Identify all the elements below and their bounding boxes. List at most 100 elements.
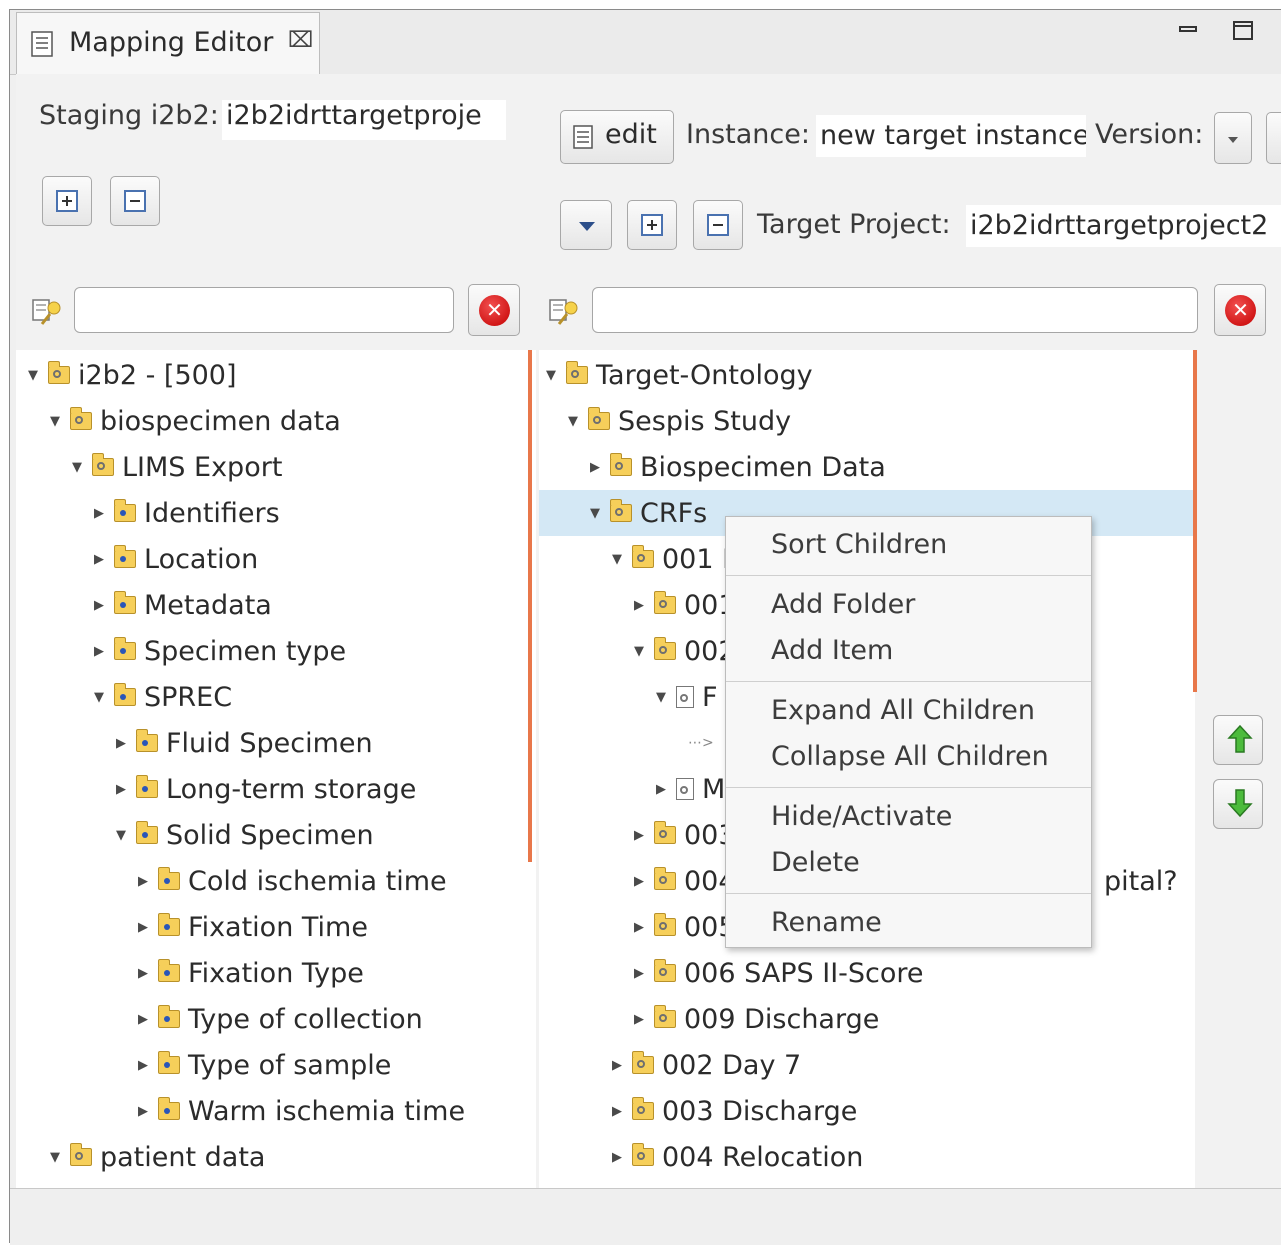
tree-node[interactable]: ▶ M (654, 766, 725, 812)
tree-node[interactable]: ▶ Specimen type (92, 628, 346, 674)
tree-node[interactable]: ▼ Target-Ontology (544, 352, 813, 398)
tree-node[interactable]: ▶ Fluid Specimen (114, 720, 373, 766)
version-extra-button[interactable] (1266, 112, 1281, 164)
tree-node[interactable]: ▶ 004 (632, 858, 736, 904)
minimize-icon[interactable] (1178, 18, 1198, 48)
staging-value: i2b2idrttargetproje (222, 100, 506, 140)
collapse-triangle-icon[interactable]: ▼ (48, 1150, 62, 1165)
tree-node[interactable]: ▶ 006 SAPS II-Score (632, 950, 924, 996)
expand-triangle-icon[interactable]: ▶ (136, 874, 150, 889)
tree-node[interactable]: ▼ Sespis Study (566, 398, 791, 444)
tree-node[interactable]: ▼ biospecimen data (48, 398, 341, 444)
expand-triangle-icon[interactable]: ▶ (632, 1012, 646, 1027)
expand-triangle-icon[interactable]: ▶ (632, 598, 646, 613)
tree-node[interactable]: ▶ Long-term storage (114, 766, 416, 812)
menu-item-sort-children[interactable]: Sort Children (771, 529, 947, 560)
expand-triangle-icon[interactable]: ▶ (136, 1012, 150, 1027)
tree-node[interactable]: ▶ 009 Discharge (632, 996, 879, 1042)
tree-node[interactable]: ▼ Solid Specimen (114, 812, 374, 858)
tree-node[interactable]: ▶ 005 (632, 904, 736, 950)
collapse-all-button[interactable] (110, 176, 160, 226)
collapse-triangle-icon[interactable]: ▼ (544, 368, 558, 383)
tree-node[interactable]: ▶ Warm ischemia time (136, 1088, 465, 1134)
clear-search-button[interactable]: ✕ (1214, 284, 1266, 336)
expand-triangle-icon[interactable]: ▶ (114, 736, 128, 751)
tree-node[interactable]: ▼ SPREC (92, 674, 232, 720)
expand-triangle-icon[interactable]: ▶ (632, 966, 646, 981)
tree-node[interactable]: ▶ Identifiers (92, 490, 280, 536)
menu-item-hide-activate[interactable]: Hide/Activate (771, 801, 952, 832)
tree-node[interactable]: ▶ Fixation Type (136, 950, 364, 996)
menu-item-expand-all-children[interactable]: Expand All Children (771, 695, 1035, 726)
menu-separator (726, 893, 1091, 894)
tab-mapping-editor[interactable]: Mapping Editor ⌧ (16, 12, 320, 74)
tree-node[interactable]: ▶ Fixation Time (136, 904, 368, 950)
expand-triangle-icon[interactable]: ▶ (632, 874, 646, 889)
collapse-triangle-icon[interactable]: ▼ (632, 644, 646, 659)
tree-node[interactable]: ▶ 003 (632, 812, 736, 858)
tree-node[interactable]: ⋯> (676, 720, 714, 766)
expand-triangle-icon[interactable]: ▶ (654, 782, 668, 797)
expand-triangle-icon[interactable]: ▶ (92, 644, 106, 659)
tree-node[interactable]: ▶ 001 (632, 582, 736, 628)
tree-node[interactable]: ▼ i2b2 - [500] (26, 352, 237, 398)
collapse-triangle-icon[interactable]: ▼ (588, 506, 602, 521)
menu-item-rename[interactable]: Rename (771, 907, 882, 938)
menu-item-add-item[interactable]: Add Item (771, 635, 893, 666)
expand-triangle-icon[interactable]: ▶ (92, 506, 106, 521)
expand-triangle-icon[interactable]: ▶ (136, 920, 150, 935)
tree-node[interactable]: ▶ Type of collection (136, 996, 423, 1042)
collapse-triangle-icon[interactable]: ▼ (26, 368, 40, 383)
collapse-triangle-icon[interactable]: ▼ (654, 690, 668, 705)
expand-all-button[interactable] (42, 176, 92, 226)
folder-blue-icon (158, 959, 180, 982)
filter-dropdown-button[interactable] (560, 200, 612, 250)
collapse-triangle-icon[interactable]: ▼ (70, 460, 84, 475)
expand-triangle-icon[interactable]: ▶ (136, 966, 150, 981)
expand-triangle-icon[interactable]: ▶ (632, 920, 646, 935)
expand-triangle-icon[interactable]: ▶ (610, 1150, 624, 1165)
tree-node[interactable]: ▼ LIMS Export (70, 444, 282, 490)
tree-node[interactable]: ▼ 001 I (610, 536, 730, 582)
expand-triangle-icon[interactable]: ▶ (92, 598, 106, 613)
tree-node[interactable]: ▼ CRFs (588, 490, 707, 536)
collapse-all-button[interactable] (693, 200, 743, 250)
tree-node[interactable]: ▶ Location (92, 536, 258, 582)
collapse-triangle-icon[interactable]: ▼ (114, 828, 128, 843)
tree-node[interactable]: ▶ 004 Relocation (610, 1134, 863, 1180)
expand-triangle-icon[interactable]: ▶ (136, 1058, 150, 1073)
collapse-triangle-icon[interactable]: ▼ (48, 414, 62, 429)
collapse-triangle-icon[interactable]: ▼ (92, 690, 106, 705)
expand-triangle-icon[interactable]: ▶ (632, 828, 646, 843)
expand-triangle-icon[interactable]: ▶ (136, 1104, 150, 1119)
collapse-triangle-icon[interactable]: ▼ (610, 552, 624, 567)
maximize-icon[interactable] (1232, 18, 1254, 48)
tree-node[interactable]: ▼ patient data (48, 1134, 265, 1180)
tree-node[interactable]: ▶ Metadata (92, 582, 272, 628)
tree-node[interactable]: ▼ 002 (632, 628, 736, 674)
expand-triangle-icon[interactable]: ▶ (114, 782, 128, 797)
expand-triangle-icon[interactable]: ▶ (610, 1058, 624, 1073)
tree-node[interactable]: ▶ 002 Day 7 (610, 1042, 801, 1088)
edit-button[interactable]: edit (560, 110, 674, 164)
menu-item-delete[interactable]: Delete (771, 847, 860, 878)
collapse-triangle-icon[interactable]: ▼ (566, 414, 580, 429)
source-search-input[interactable] (74, 287, 454, 333)
move-down-button[interactable] (1213, 779, 1263, 829)
target-search-input[interactable] (592, 287, 1198, 333)
expand-triangle-icon[interactable]: ▶ (92, 552, 106, 567)
tree-node[interactable]: ▶ Cold ischemia time (136, 858, 447, 904)
expand-triangle-icon[interactable]: ▶ (588, 460, 602, 475)
menu-item-add-folder[interactable]: Add Folder (771, 589, 915, 620)
menu-item-collapse-all-children[interactable]: Collapse All Children (771, 741, 1049, 772)
expand-all-button[interactable] (627, 200, 677, 250)
tree-node[interactable]: ▶ 003 Discharge (610, 1088, 857, 1134)
tree-node[interactable]: ▼ F (654, 674, 718, 720)
close-icon[interactable]: ⌧ (288, 28, 313, 53)
tree-node[interactable]: ▶ Biospecimen Data (588, 444, 886, 490)
move-up-button[interactable] (1213, 715, 1263, 765)
clear-search-button[interactable]: ✕ (468, 284, 520, 336)
version-dropdown[interactable] (1214, 112, 1252, 164)
expand-triangle-icon[interactable]: ▶ (610, 1104, 624, 1119)
tree-node[interactable]: ▶ Type of sample (136, 1042, 391, 1088)
